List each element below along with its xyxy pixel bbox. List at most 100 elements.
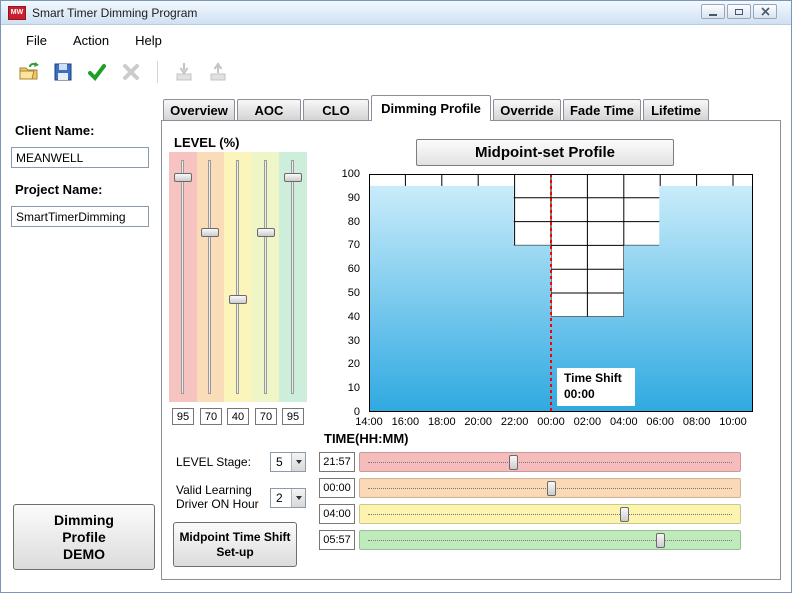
level-stage-select[interactable]: 5 [270,452,306,472]
level-stage-label: LEVEL Stage: [176,455,251,469]
time-slider-thumb[interactable] [656,533,665,548]
level-slider[interactable] [169,152,197,402]
chart-x-axis: 14:0016:0018:0020:0022:0000:0002:0004:00… [369,416,753,430]
level-slider-thumb[interactable] [257,228,275,237]
tab-fade-time[interactable]: Fade Time [563,99,641,120]
close-icon [761,7,770,16]
tab-lifetime[interactable]: Lifetime [643,99,709,120]
time-slider-track [368,514,732,515]
toolbar [1,55,791,89]
check-icon [86,61,108,83]
x-tick-label: 22:00 [495,416,535,428]
valid-learning-label-line: Driver ON Hour [176,497,259,511]
level-panel-title: LEVEL (%) [174,135,240,150]
time-slider-thumb[interactable] [547,481,556,496]
x-tick-label: 16:00 [385,416,425,428]
y-tick-label: 30 [348,335,360,347]
tab-override[interactable]: Override [493,99,561,120]
tab-overview[interactable]: Overview [163,99,235,120]
close-button[interactable] [753,4,777,19]
midpoint-button-line: Midpoint Time Shift [174,530,296,545]
menu-file[interactable]: File [13,29,60,52]
y-tick-label: 100 [342,168,360,180]
time-slider[interactable] [359,452,741,472]
tab-aoc[interactable]: AOC [237,99,301,120]
minimize-icon [709,14,717,16]
client-name-label: Client Name: [15,123,94,138]
x-tick-label: 00:00 [531,416,571,428]
download-arrow-icon [173,61,195,83]
dimming-profile-demo-button[interactable]: Dimming Profile DEMO [13,504,155,570]
menu-help[interactable]: Help [122,29,175,52]
valid-learning-select[interactable]: 2 [270,488,306,508]
apply-button[interactable] [83,59,111,85]
level-slider-thumb[interactable] [284,173,302,182]
project-name-label: Project Name: [15,182,102,197]
minimize-button[interactable] [701,4,725,19]
cancel-button[interactable] [117,59,145,85]
level-slider-thumb[interactable] [229,295,247,304]
app-logo-text: MW [11,9,23,16]
read-device-button[interactable] [170,59,198,85]
valid-learning-label-line: Valid Learning [176,483,259,497]
level-stage-value: 5 [271,453,291,471]
level-slider[interactable] [197,152,225,402]
time-value-box: 00:00 [319,478,355,498]
time-slider[interactable] [359,504,741,524]
maximize-button[interactable] [727,4,751,19]
dimming-profile-panel: LEVEL (%) 95 70 [161,120,781,580]
demo-button-line: DEMO [14,546,154,563]
level-value-box: 95 [282,408,304,425]
y-tick-label: 70 [348,239,360,251]
chevron-down-icon [291,453,305,471]
level-slider-track [291,160,294,394]
y-tick-label: 20 [348,358,360,370]
app-logo-icon: MW [8,6,26,20]
time-slider[interactable] [359,530,741,550]
time-panel-title: TIME(HH:MM) [324,431,408,446]
menu-action[interactable]: Action [60,29,122,52]
level-slider-track [181,160,184,394]
midpoint-time-shift-setup-button[interactable]: Midpoint Time Shift Set-up [173,522,297,567]
client-name-input[interactable] [11,147,149,168]
tab-clo[interactable]: CLO [303,99,369,120]
valid-learning-label: Valid Learning Driver ON Hour [176,483,259,511]
y-tick-label: 90 [348,192,360,204]
time-shift-annotation: Time Shift 00:00 [557,368,635,406]
level-slider[interactable] [224,152,252,402]
time-value-box: 04:00 [319,504,355,524]
time-slider-thumb[interactable] [620,507,629,522]
level-value-box: 95 [172,408,194,425]
level-slider-thumb[interactable] [174,173,192,182]
time-value-box: 05:57 [319,530,355,550]
upload-arrow-icon [207,61,229,83]
y-tick-label: 60 [348,263,360,275]
save-button[interactable] [49,59,77,85]
x-tick-label: 18:00 [422,416,462,428]
x-tick-label: 10:00 [713,416,753,428]
y-tick-label: 40 [348,311,360,323]
menu-bar: File Action Help [1,25,791,55]
time-shift-label: Time Shift [564,370,635,386]
x-tick-label: 08:00 [677,416,717,428]
title-bar: MW Smart Timer Dimming Program [1,1,791,25]
level-slider-thumb[interactable] [201,228,219,237]
demo-button-line: Profile [14,529,154,546]
project-name-input[interactable] [11,206,149,227]
time-slider-thumb[interactable] [509,455,518,470]
time-value-box: 21:57 [319,452,355,472]
midpoint-set-profile-button[interactable]: Midpoint-set Profile [416,139,674,166]
level-slider[interactable] [279,152,307,402]
chevron-down-icon [291,489,305,507]
demo-button-line: Dimming [14,512,154,529]
window-controls [701,4,777,19]
open-button[interactable] [15,59,43,85]
tab-dimming-profile[interactable]: Dimming Profile [371,95,491,121]
time-slider[interactable] [359,478,741,498]
chart-y-axis: 0102030405060708090100 [330,174,364,412]
y-tick-label: 50 [348,287,360,299]
tab-strip: Overview AOC CLO Dimming Profile Overrid… [163,95,709,121]
x-icon [120,61,142,83]
write-device-button[interactable] [204,59,232,85]
level-slider[interactable] [252,152,280,402]
